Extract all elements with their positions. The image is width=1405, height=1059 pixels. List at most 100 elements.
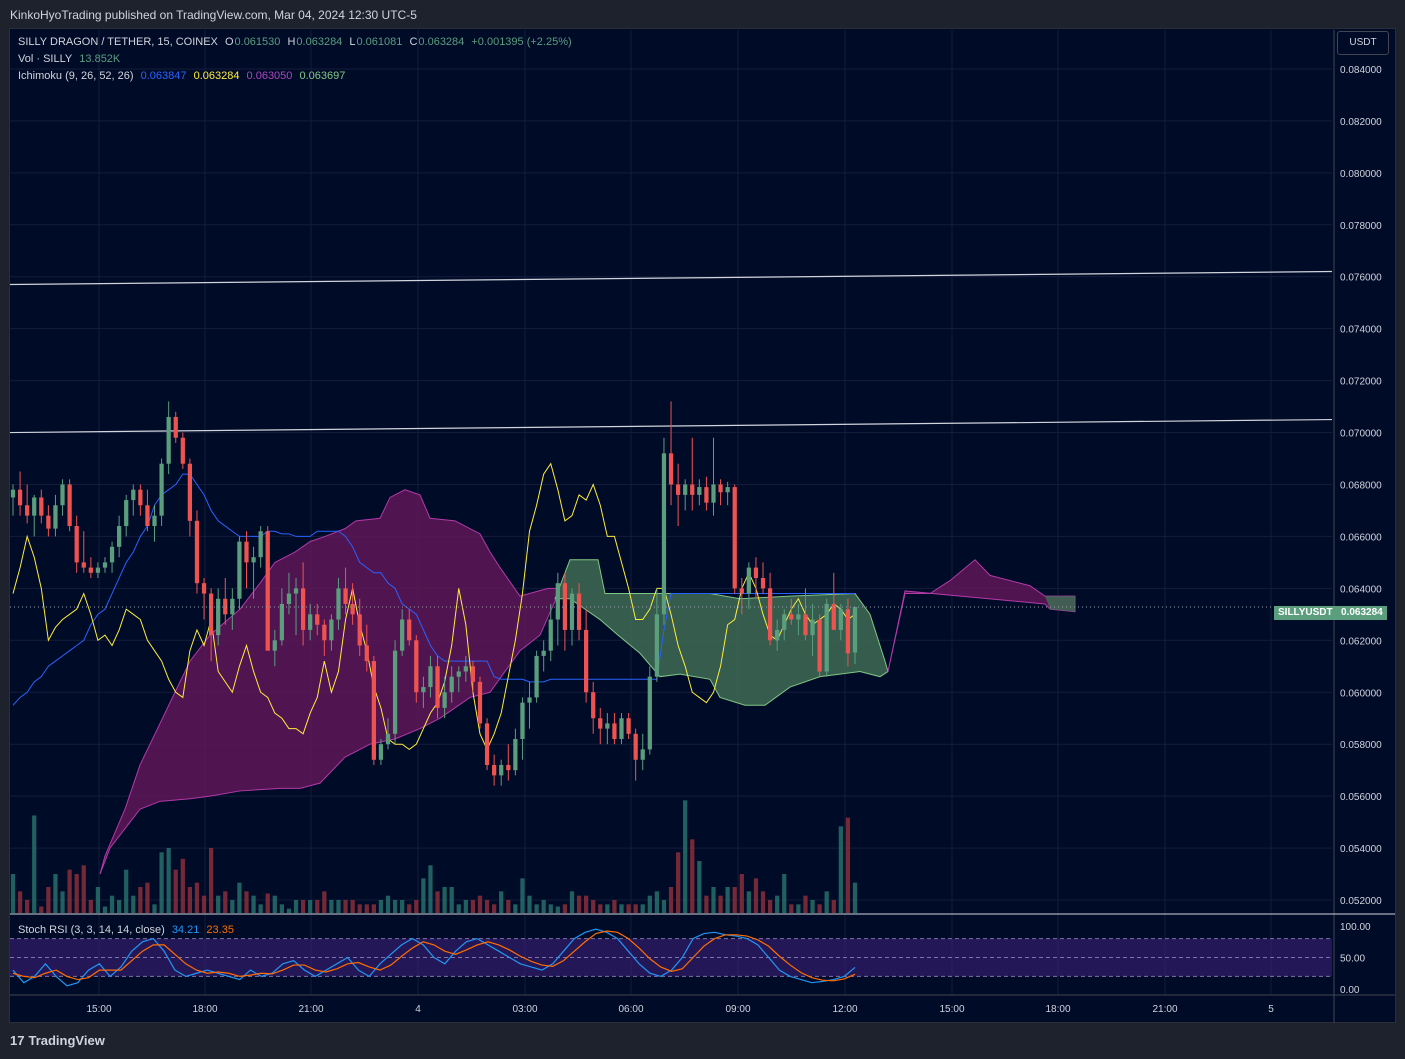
candle-body bbox=[336, 588, 341, 620]
candle-body bbox=[782, 614, 787, 630]
high-label: H bbox=[287, 36, 296, 48]
volume-bar bbox=[506, 900, 511, 913]
tradingview-logo[interactable]: 17 TradingView bbox=[10, 1033, 105, 1048]
volume-bar bbox=[131, 895, 136, 913]
candle-body bbox=[619, 718, 624, 739]
y-tick-label: 0.080000 bbox=[1340, 169, 1382, 180]
volume-bar bbox=[95, 887, 101, 913]
candle-body bbox=[513, 738, 518, 771]
chart-svg[interactable]: 0.052000 0.054000 0.056000 0.058000 0.060000… bbox=[0, 0, 1405, 1059]
candle-body bbox=[732, 487, 737, 589]
candle-body bbox=[683, 484, 688, 495]
candle-body bbox=[675, 484, 681, 495]
volume-bar bbox=[173, 869, 178, 913]
candle-body bbox=[60, 484, 65, 506]
candle-body bbox=[548, 619, 553, 651]
candle-body bbox=[591, 692, 596, 719]
volume-bar bbox=[499, 891, 504, 913]
y-tick-label: 0.064000 bbox=[1340, 584, 1382, 595]
volume-bar bbox=[286, 908, 292, 913]
candle-body bbox=[810, 619, 815, 636]
candle-body bbox=[640, 749, 645, 760]
x-tick-label: 21:00 bbox=[1152, 1004, 1177, 1015]
volume-bar bbox=[117, 900, 122, 913]
x-tick-label: 03:00 bbox=[512, 1004, 537, 1015]
volume-bar bbox=[562, 904, 568, 913]
candle-body bbox=[845, 609, 851, 654]
candle-body bbox=[506, 764, 511, 771]
candle-body bbox=[789, 614, 794, 620]
candle-body bbox=[442, 692, 447, 708]
y-tick-label: 0.082000 bbox=[1340, 117, 1382, 128]
candle-body bbox=[173, 416, 178, 438]
volume-bar bbox=[654, 891, 660, 913]
candle-body bbox=[364, 645, 369, 662]
candle-body bbox=[216, 598, 221, 636]
volume-bar bbox=[697, 861, 702, 913]
symbol-name[interactable]: SILLY DRAGON / TETHER, 15, COINEX bbox=[18, 36, 218, 48]
volume-label[interactable]: Vol · SILLY bbox=[18, 53, 72, 65]
volume-bar bbox=[739, 874, 744, 913]
candle-body bbox=[180, 437, 185, 464]
volume-bar bbox=[407, 904, 412, 913]
tv-logo-icon: 17 bbox=[10, 1033, 25, 1048]
x-tick-label: 09:00 bbox=[725, 1004, 750, 1015]
candle-body bbox=[626, 718, 631, 734]
volume-bar bbox=[201, 895, 207, 913]
volume-bar bbox=[315, 900, 320, 913]
candle-body bbox=[145, 505, 150, 527]
candle-body bbox=[697, 487, 702, 495]
ichimoku-label[interactable]: Ichimoku (9, 26, 52, 26) bbox=[18, 70, 134, 82]
volume-bar bbox=[46, 887, 51, 913]
candle-body bbox=[576, 593, 582, 630]
volume-bar bbox=[32, 815, 37, 913]
volume-bar bbox=[166, 848, 171, 913]
stoch-d-value: 23.35 bbox=[206, 924, 234, 936]
volume-bar bbox=[492, 904, 497, 913]
volume-bar bbox=[230, 900, 235, 913]
volume-bar bbox=[17, 891, 23, 913]
y-tick-label: 0.084000 bbox=[1340, 65, 1382, 76]
volume-bar bbox=[718, 895, 723, 913]
candle-body bbox=[251, 557, 256, 563]
volume-bar bbox=[683, 800, 688, 913]
candle-body bbox=[718, 484, 723, 493]
volume-bar bbox=[293, 900, 299, 913]
volume-bar bbox=[704, 895, 709, 913]
symbol-legend: SILLY DRAGON / TETHER, 15, COINEX O0.061… bbox=[18, 36, 576, 48]
volume-bar bbox=[357, 904, 362, 913]
candle-body bbox=[201, 583, 207, 594]
open-value: 0.061530 bbox=[234, 36, 281, 48]
y-tick-label: 0.060000 bbox=[1340, 688, 1382, 699]
volume-bar bbox=[555, 906, 560, 913]
volume-bar bbox=[187, 887, 193, 913]
volume-bar bbox=[534, 904, 539, 913]
candle-body bbox=[131, 489, 136, 501]
trendline-1 bbox=[9, 270, 1333, 286]
candle-body bbox=[392, 650, 398, 734]
candle-body bbox=[647, 676, 652, 750]
volume-bar bbox=[463, 900, 468, 913]
candle-body bbox=[421, 687, 426, 693]
volume-bar bbox=[576, 895, 582, 913]
volume-bar bbox=[138, 887, 143, 913]
candle-body bbox=[803, 614, 808, 636]
volume-bar bbox=[279, 904, 284, 913]
volume-bar bbox=[53, 874, 58, 913]
volume-bar bbox=[690, 839, 695, 913]
volume-bar bbox=[371, 904, 376, 913]
x-tick-label: 06:00 bbox=[618, 1004, 643, 1015]
candle-body bbox=[775, 629, 780, 641]
stoch-label[interactable]: Stoch RSI (3, 3, 14, 14, close) bbox=[18, 924, 165, 936]
candle-body bbox=[817, 619, 822, 672]
candle-body bbox=[407, 619, 412, 641]
candle-body bbox=[527, 697, 532, 703]
volume-bar bbox=[831, 900, 836, 913]
change-value: +0.001395 (+2.25%) bbox=[471, 36, 572, 48]
x-tick-label: 5 bbox=[1268, 1004, 1274, 1015]
volume-bar bbox=[817, 904, 822, 913]
volume-bar bbox=[470, 900, 476, 913]
currency-selector[interactable]: USDT bbox=[1337, 31, 1389, 55]
bottom-bar: 17 TradingView bbox=[0, 1023, 1405, 1059]
x-tick-label: 18:00 bbox=[1045, 1004, 1070, 1015]
